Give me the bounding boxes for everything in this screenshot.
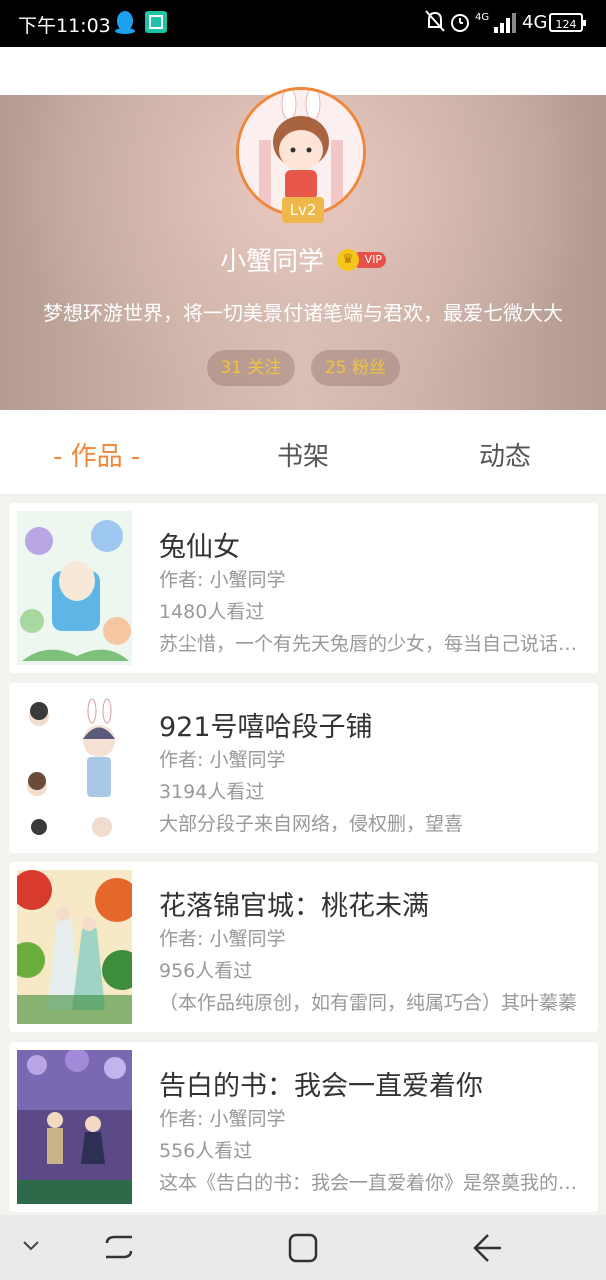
tab-activity[interactable]: 动态 [479,436,531,473]
status-time: 下午11:03 [18,15,111,37]
book-cover[interactable] [17,511,132,665]
book-author: 作者: 小蟹同学 [159,569,286,591]
status-bar: 下午11:03 4G 4G 124 [0,0,606,47]
system-nav-bar [0,1215,606,1280]
alarm-icon [451,14,469,32]
book-title[interactable]: 921号嘻哈段子铺 [159,705,373,744]
qq-icon [115,11,135,34]
profile-bio: 梦想环游世界，将一切美景付诸笔端与君欢，最爱七微大大 [43,301,563,325]
book-description: 苏尘惜，一个有先天兔唇的少女，每当自己说话的时候 [159,633,579,655]
level-badge: Lv2 [282,197,324,223]
book-item[interactable]: 告白的书：我会一直爱着你 作者: 小蟹同学 556人看过 这本《告白的书：我会一… [9,1042,598,1212]
profile-header: Lv2 小蟹同学 VIP ♛ 梦想环游世界，将一切美景付诸笔端与君欢，最爱七微大… [0,87,606,410]
signal-icon [494,13,516,33]
book-description: 这本《告白的书：我会一直爱着你》是祭奠我的青春 [159,1172,579,1194]
book-item[interactable]: 花落锦官城：桃花未满 作者: 小蟹同学 956人看过 （本作品纯原创，如有雷同，… [9,862,598,1032]
book-views: 1480人看过 [159,601,265,623]
following-button[interactable]: 31 关注 [207,350,295,386]
book-cover[interactable] [17,870,132,1024]
tab-works[interactable]: - 作品 - [53,436,140,473]
book-author: 作者: 小蟹同学 [159,749,286,771]
book-cover[interactable] [17,691,132,845]
book-item[interactable]: 921号嘻哈段子铺 作者: 小蟹同学 3194人看过 大部分段子来自网络，侵权删… [9,683,598,853]
book-author: 作者: 小蟹同学 [159,928,286,950]
mute-bell-icon [425,10,445,32]
book-description: 大部分段子来自网络，侵权删，望喜 [159,813,464,835]
book-description: （本作品纯原创，如有雷同，纯属巧合）其叶蓁蓁 [159,992,578,1014]
home-icon[interactable] [286,1231,320,1265]
network-label: 4G [522,12,548,33]
book-title[interactable]: 花落锦官城：桃花未满 [159,884,429,923]
vip-badge: VIP ♛ [337,249,387,271]
back-icon[interactable] [470,1231,504,1265]
tab-bookshelf[interactable]: 书架 [277,436,329,473]
book-author: 作者: 小蟹同学 [159,1108,286,1130]
book-views: 556人看过 [159,1140,253,1162]
scan-icon [145,11,167,33]
crown-icon: ♛ [337,249,359,271]
tab-bar: - 作品 - 书架 动态 [0,410,606,494]
book-item[interactable]: 兔仙女 作者: 小蟹同学 1480人看过 苏尘惜，一个有先天兔唇的少女，每当自己… [9,503,598,673]
followers-button[interactable]: 25 粉丝 [311,350,400,386]
book-views: 3194人看过 [159,781,265,803]
recent-apps-icon[interactable] [103,1231,135,1263]
chevron-down-icon[interactable] [20,1237,42,1253]
book-views: 956人看过 [159,960,253,982]
book-title[interactable]: 告白的书：我会一直爱着你 [159,1064,483,1103]
book-cover[interactable] [17,1050,132,1204]
username: 小蟹同学 [220,247,325,277]
battery-icon: 124 [549,13,586,32]
network-small-label: 4G [475,12,490,23]
book-title[interactable]: 兔仙女 [159,525,240,564]
